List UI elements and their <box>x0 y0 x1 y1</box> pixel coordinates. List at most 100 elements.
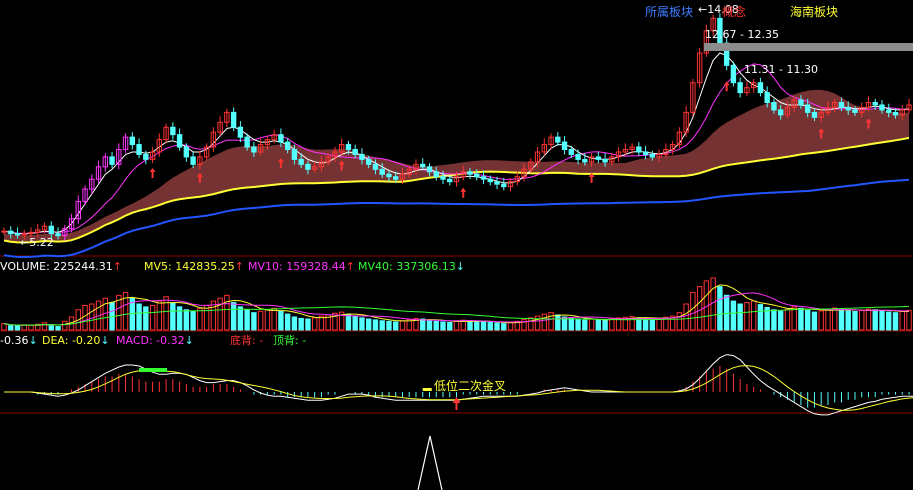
block-label-concept[interactable]: 概念 <box>722 4 746 19</box>
volume-bar <box>595 319 602 331</box>
volume-bar <box>609 318 615 331</box>
volume-bar <box>656 317 662 331</box>
candle-body <box>109 156 115 165</box>
volume-bar <box>244 309 250 331</box>
candle-body <box>170 126 176 136</box>
block-label-hainan[interactable]: 海南板块 <box>790 4 838 19</box>
dea-legend-label: DEA: -0.20 <box>42 334 100 347</box>
candle-body <box>568 149 575 155</box>
candle-body <box>730 64 737 84</box>
volume-legend-arrow: ↑ <box>113 260 122 273</box>
ma-band-area <box>4 89 909 243</box>
candle-body <box>845 106 851 111</box>
volume-bar <box>440 321 446 331</box>
candle-body <box>372 163 379 170</box>
candle-body <box>420 163 426 168</box>
volume-panel <box>1 277 912 331</box>
volume-bar <box>771 309 777 331</box>
volume-bar <box>143 306 149 331</box>
candle-body <box>237 126 244 138</box>
candle-body <box>48 225 54 235</box>
candle-body <box>649 153 656 158</box>
volume-bar <box>568 317 575 331</box>
volume-bar <box>825 308 831 331</box>
candle-body <box>777 109 784 116</box>
volume-bar <box>757 304 764 331</box>
volume-bar <box>474 320 480 331</box>
volume-bar <box>737 303 743 331</box>
mv40-legend: MV40: 337306.13↓ <box>358 260 465 273</box>
golden-cross-annotation: 低位二次金叉 <box>434 378 506 393</box>
volume-bar <box>217 297 223 331</box>
volume-bar <box>82 304 88 331</box>
candle-body <box>879 104 885 111</box>
mv10-legend: MV10: 159328.44↑ <box>248 260 355 273</box>
volume-bar <box>1 323 7 331</box>
volume-bar <box>28 324 34 331</box>
volume-bar <box>149 304 156 331</box>
stock-chart[interactable]: ←5.22 ←14.08 12.67 - 12.35 11.31 - 11.30… <box>0 0 913 490</box>
candle-body <box>447 178 453 183</box>
volume-bar <box>723 294 730 331</box>
candle-body <box>359 153 365 160</box>
range-b-label: 11.31 - 11.30 <box>744 63 818 76</box>
candle-body <box>487 178 493 183</box>
volume-bar <box>41 322 48 331</box>
mv40-legend-value: 337306.13 <box>396 260 456 273</box>
volume-bar <box>899 311 905 331</box>
volume-bar <box>548 312 554 331</box>
volume-bar <box>832 307 838 331</box>
candle-body <box>636 146 642 153</box>
range-a-bar <box>704 43 913 51</box>
bottom-indicator-panel <box>417 435 443 490</box>
volume-bar <box>676 312 683 331</box>
volume-bar <box>892 312 899 331</box>
mv40-legend-label: MV40: <box>358 260 396 273</box>
candle-body <box>291 149 298 160</box>
candle-body <box>386 173 392 178</box>
volume-bar <box>750 300 757 331</box>
candle-body <box>764 92 770 103</box>
volume-bar <box>203 304 210 331</box>
mv5-legend-label: MV5: <box>144 260 175 273</box>
block-label-own[interactable]: 所属板块 <box>645 5 693 19</box>
volume-bar <box>366 318 372 331</box>
volume-bar <box>886 311 892 331</box>
candle-body <box>14 233 21 236</box>
mv10-legend-value: 159328.44 <box>286 260 346 273</box>
candle-body <box>474 173 480 178</box>
volume-bar <box>501 323 507 331</box>
dea-legend-arrow: ↓ <box>100 334 109 347</box>
candle-body <box>440 176 446 180</box>
volume-bar <box>271 307 277 331</box>
volume-bar <box>696 286 703 331</box>
mv10-legend-label: MV10: <box>248 260 286 273</box>
candle-body <box>190 156 196 165</box>
volume-bar <box>730 300 737 331</box>
volume-bar <box>838 309 845 331</box>
candle-body <box>737 82 743 94</box>
candle-body <box>298 158 304 165</box>
volume-bar <box>379 320 385 331</box>
candle-body <box>352 149 358 155</box>
candle-body <box>838 101 845 108</box>
volume-bar <box>642 317 649 331</box>
candle-body <box>582 158 588 163</box>
candle-body <box>602 158 608 163</box>
macd-legend-label: MACD: -0.32 <box>116 334 185 347</box>
dif-legend-arrow: ↓ <box>28 334 37 347</box>
dea-legend: DEA: -0.20↓ <box>42 334 110 347</box>
volume-bar <box>257 310 264 331</box>
volume-bar <box>447 321 453 331</box>
volume-bar <box>298 317 304 331</box>
candle-body <box>305 163 311 170</box>
volume-legend-value: 225244.31 <box>53 260 113 273</box>
candle-body <box>501 183 507 188</box>
volume-bar <box>818 310 824 331</box>
candle-body <box>798 99 804 106</box>
dif-legend-label: -0.36 <box>0 334 28 347</box>
candle-body <box>183 146 190 158</box>
volume-bar <box>237 306 244 331</box>
candle-body <box>595 156 602 160</box>
candle-body <box>561 141 568 151</box>
